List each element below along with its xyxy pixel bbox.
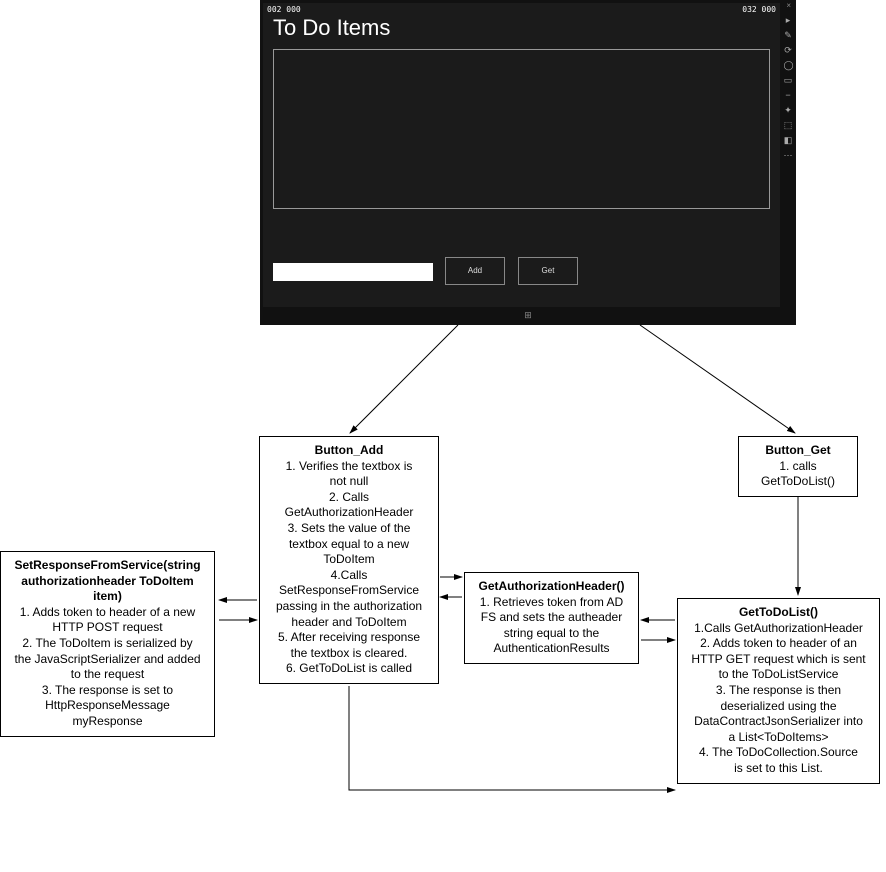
box-button-get: Button_Get 1. calls GetToDoList() — [738, 436, 858, 497]
box-title: item) — [7, 589, 208, 605]
box-line: 4.Calls — [266, 568, 432, 584]
box-line: 3. The response is set to — [7, 683, 208, 699]
box-line: HttpResponseMessage — [7, 698, 208, 714]
box-line: 2. Adds token to header of an — [684, 636, 873, 652]
tool-icon[interactable]: ▭ — [784, 76, 793, 85]
box-line: HTTP GET request which is sent — [684, 652, 873, 668]
get-button[interactable]: Get — [518, 257, 578, 285]
box-title: authorizationheader ToDoItem — [7, 574, 208, 590]
app-window: — × ▸ ✎ ⟳ ◯ ▭ − ✦ ⬚ ◧ ⋯ 002 000 032 000 … — [260, 0, 796, 325]
page-title: To Do Items — [273, 15, 390, 41]
box-title: SetResponseFromService(string — [7, 558, 208, 574]
box-get-auth: GetAuthorizationHeader() 1. Retrieves to… — [464, 572, 639, 664]
corner-coords-right: 032 000 — [742, 5, 776, 14]
add-button[interactable]: Add — [445, 257, 505, 285]
box-line: ToDoItem — [266, 552, 432, 568]
box-line: 1. Adds token to header of a new — [7, 605, 208, 621]
tool-icon[interactable]: ◧ — [784, 136, 793, 145]
todo-list-panel — [273, 49, 770, 209]
box-line: not null — [266, 474, 432, 490]
pointer-icon[interactable]: ▸ — [784, 16, 793, 25]
box-line: deserialized using the — [684, 699, 873, 715]
box-set-response: SetResponseFromService(string authorizat… — [0, 551, 215, 737]
box-line: a List<ToDoItems> — [684, 730, 873, 746]
tool-icon[interactable]: ⬚ — [784, 121, 793, 130]
box-line: is set to this List. — [684, 761, 873, 777]
box-line: 1. Retrieves token from AD — [471, 595, 632, 611]
box-line: the textbox is cleared. — [266, 646, 432, 662]
box-line: 2. The ToDoItem is serialized by — [7, 636, 208, 652]
box-line: FS and sets the autheader — [471, 610, 632, 626]
tool-icon[interactable]: ◯ — [784, 61, 793, 70]
box-line: GetToDoList() — [745, 474, 851, 490]
tool-icon[interactable]: ✎ — [784, 31, 793, 40]
box-button-add: Button_Add 1. Verifies the textbox is no… — [259, 436, 439, 684]
box-line: 1.Calls GetAuthorizationHeader — [684, 621, 873, 637]
box-line: textbox equal to a new — [266, 537, 432, 553]
app-surface: 002 000 032 000 To Do Items Add Get — [263, 3, 780, 307]
box-line: string equal to the — [471, 626, 632, 642]
box-line: GetAuthorizationHeader — [266, 505, 432, 521]
box-line: 3. Sets the value of the — [266, 521, 432, 537]
box-line: 1. Verifies the textbox is — [266, 459, 432, 475]
diagram-canvas: — × ▸ ✎ ⟳ ◯ ▭ − ✦ ⬚ ◧ ⋯ 002 000 032 000 … — [0, 0, 886, 872]
box-line: to the ToDoListService — [684, 667, 873, 683]
box-line: to the request — [7, 667, 208, 683]
box-line: header and ToDoItem — [266, 615, 432, 631]
box-line: 6. GetToDoList is called — [266, 661, 432, 677]
box-line: DataContractJsonSerializer into — [684, 714, 873, 730]
box-line: 4. The ToDoCollection.Source — [684, 745, 873, 761]
windows-icon: ⊞ — [524, 310, 532, 321]
box-get-todo-list: GetToDoList() 1.Calls GetAuthorizationHe… — [677, 598, 880, 784]
tool-icon[interactable]: ✦ — [784, 106, 793, 115]
box-title: Button_Add — [266, 443, 432, 459]
todo-input[interactable] — [273, 263, 433, 281]
box-line: HTTP POST request — [7, 620, 208, 636]
box-line: the JavaScriptSerializer and added — [7, 652, 208, 668]
box-line: 5. After receiving response — [266, 630, 432, 646]
tool-icon[interactable]: − — [784, 91, 793, 100]
tool-icon[interactable]: ⋯ — [784, 151, 793, 160]
box-title: Button_Get — [745, 443, 851, 459]
box-line: myResponse — [7, 714, 208, 730]
box-line: SetResponseFromService — [266, 583, 432, 599]
box-title: GetToDoList() — [684, 605, 873, 621]
corner-coords-left: 002 000 — [267, 5, 301, 14]
box-line: 2. Calls — [266, 490, 432, 506]
box-line: AuthenticationResults — [471, 641, 632, 657]
box-line: passing in the authorization — [266, 599, 432, 615]
box-line: 3. The response is then — [684, 683, 873, 699]
box-line: 1. calls — [745, 459, 851, 475]
box-title: GetAuthorizationHeader() — [471, 579, 632, 595]
right-toolbar: ▸ ✎ ⟳ ◯ ▭ − ✦ ⬚ ◧ ⋯ — [781, 16, 795, 160]
tool-icon[interactable]: ⟳ — [784, 46, 793, 55]
